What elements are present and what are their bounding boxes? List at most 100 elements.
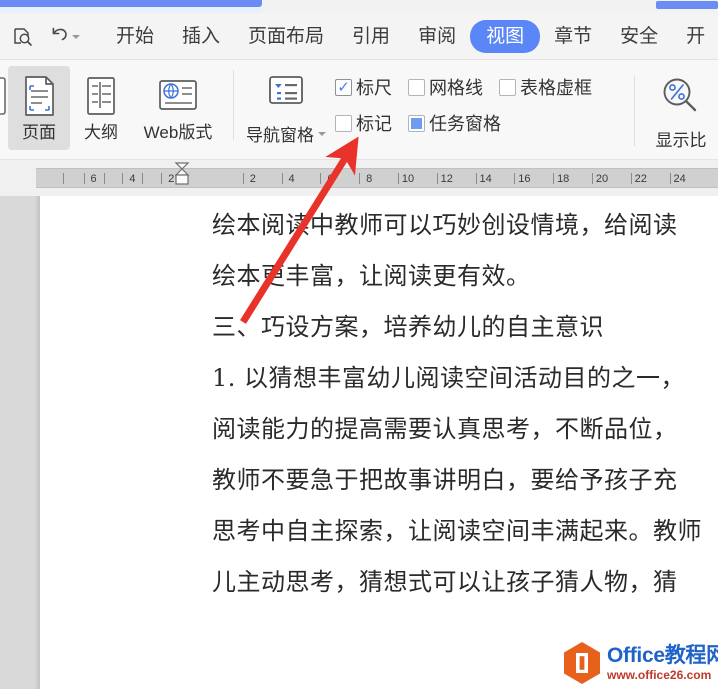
document-line: 思考中自主探索，让阅读空间丰满起来。教师 (212, 517, 702, 545)
document-text-body[interactable]: 绘本阅读中教师可以巧妙创设情境，给阅读 绘本更丰富，让阅读更有效。三、巧设方案，培… (212, 200, 718, 608)
ruler-number: 12 (440, 173, 453, 185)
document-tab-chip[interactable] (0, 0, 262, 7)
window-tab-strip (0, 0, 718, 13)
ruler-tick (669, 173, 671, 184)
checkbox-ruler-label: 标尺 (356, 78, 392, 98)
checkbox-checked-icon[interactable]: ✓ (335, 78, 352, 96)
zoom-group: 显示比 (625, 60, 718, 160)
tab-anquan[interactable]: 安全 (606, 20, 672, 54)
ruler-number: 4 (129, 173, 136, 185)
ruler-number: 22 (634, 173, 647, 185)
ribbon-body: 式 页面 (0, 60, 718, 160)
ruler-number: 10 (401, 173, 415, 185)
ruler-tick (553, 173, 555, 184)
navigation-pane-label: 导航窗格 (246, 126, 314, 145)
zoom-percent-icon (659, 75, 703, 120)
ribbon-tab-bar: 开始 插入 页面布局 引用 审阅 视图 章节 安全 开 (0, 13, 718, 60)
tab-yemianbuju[interactable]: 页面布局 (234, 20, 338, 54)
page-layout-view-icon (19, 73, 59, 119)
checkbox-markup-label: 标记 (356, 114, 392, 134)
view-toggles-row-2: 标记 任务窗格 (335, 110, 592, 136)
undo-button[interactable] (50, 24, 80, 49)
document-line: 儿主动思考，猜想式可以让孩子猜人物，猜 (212, 568, 678, 596)
document-line: 阅读能力的提高需要认真思考，不断品位， (212, 415, 678, 443)
web-layout-view-icon (156, 73, 200, 119)
ruler-number: 6 (327, 173, 334, 185)
view-mode-style[interactable]: 式 (0, 66, 8, 150)
watermark-text: Office教程网 www.office26.com (607, 645, 718, 681)
ruler-tick (161, 173, 163, 184)
view-mode-web-label: Web版式 (143, 123, 213, 142)
ruler-tick (398, 173, 399, 184)
tab-zhangjie[interactable]: 章节 (540, 20, 606, 54)
tab-kaifa[interactable]: 开 (672, 20, 718, 54)
ruler-tick (142, 173, 144, 184)
navigation-pane-icon (265, 73, 307, 116)
chevron-down-icon[interactable] (318, 131, 326, 136)
zoom-button[interactable]: 显示比 (644, 66, 718, 151)
ruler-tick (62, 173, 64, 184)
checkbox-markup[interactable]: 标记 (335, 110, 392, 136)
ruler-number: 18 (557, 173, 570, 185)
checkbox-table-gridlines[interactable]: 表格虚框 (499, 74, 592, 100)
wps-writer-window: 开始 插入 页面布局 引用 审阅 视图 章节 安全 开 页面 大纲 Web版式 … (0, 0, 718, 689)
view-mode-outline-label: 大纲 (84, 123, 118, 142)
ribbon-tabs: 开始 插入 页面布局 引用 审阅 视图 章节 安全 开 (102, 19, 718, 54)
view-toggles-group: ✓ 标尺 网格线 表格虚框 标记 任务窗格 (329, 60, 592, 160)
ruler-number: 8 (366, 173, 373, 185)
account-toolbar-chip[interactable] (656, 1, 718, 9)
checkbox-task-pane[interactable]: 任务窗格 (408, 110, 501, 136)
document-line: 1. 以猜想丰富幼儿阅读空间活动目的之一， (212, 364, 686, 392)
chevron-down-icon[interactable] (72, 34, 80, 39)
document-line: 绘本更丰富，让阅读更有效。 (212, 262, 531, 290)
ruler-tick (83, 173, 85, 184)
ruler-tick (281, 173, 283, 184)
checkbox-task-pane-label: 任务窗格 (429, 114, 501, 134)
ruler-number: 2 (249, 173, 256, 185)
quick-access-toolbar (0, 22, 80, 52)
undo-icon (50, 24, 71, 49)
document-line: 绘本阅读中教师可以巧妙创设情境，给阅读 (212, 211, 678, 239)
tab-yinyong[interactable]: 引用 (338, 20, 404, 54)
document-workspace: 绘本阅读中教师可以巧妙创设情境，给阅读 绘本更丰富，让阅读更有效。三、巧设方案，培… (0, 196, 718, 689)
view-mode-page[interactable]: 页面 (8, 66, 70, 150)
tab-shenyue[interactable]: 审阅 (404, 20, 470, 54)
tab-shitu[interactable]: 视图 (470, 19, 541, 54)
navigation-pane-button[interactable]: 导航窗格 (243, 66, 329, 146)
ruler-tick (592, 173, 593, 184)
ruler-zone: 6 4 2 2 4 6 8 10 12 14 16 18 20 22 24 (0, 160, 718, 196)
checkbox-unchecked-icon[interactable] (499, 78, 516, 96)
document-line: 三、巧设方案，培养幼儿的自主意识 (212, 313, 604, 341)
ruler-number: 24 (673, 173, 686, 185)
ruler-number: 20 (595, 173, 609, 185)
tab-charu[interactable]: 插入 (168, 20, 234, 54)
checkbox-unchecked-icon[interactable] (335, 114, 352, 132)
ruler-tick (514, 173, 516, 184)
ruler-tick (320, 173, 322, 184)
zoom-button-label: 显示比 (655, 131, 707, 150)
checkbox-unchecked-icon[interactable] (408, 78, 425, 96)
ruler-tick (359, 173, 361, 184)
view-mode-outline[interactable]: 大纲 (70, 66, 132, 150)
ruler-tick (103, 173, 105, 184)
ribbon-divider-1 (233, 70, 234, 140)
indent-marker-icon[interactable] (173, 154, 191, 188)
horizontal-ruler[interactable]: 6 4 2 2 4 6 8 10 12 14 16 18 20 22 24 (36, 168, 718, 188)
ribbon-divider-2 (634, 76, 635, 146)
ruler-tick (242, 173, 244, 184)
ruler-number: 6 (90, 173, 97, 185)
document-line: 教师不要急于把故事讲明白，要给予孩子充 (212, 466, 678, 494)
document-page[interactable]: 绘本阅读中教师可以巧妙创设情境，给阅读 绘本更丰富，让阅读更有效。三、巧设方案，培… (40, 196, 718, 689)
checkbox-gridlines[interactable]: 网格线 (408, 74, 483, 100)
outline-view-icon (81, 73, 121, 119)
tab-kaishi[interactable]: 开始 (102, 20, 168, 54)
checkbox-filled-icon[interactable] (408, 114, 425, 132)
watermark: Office教程网 www.office26.com (562, 641, 718, 685)
ruler-tick (122, 173, 124, 184)
watermark-url: www.office26.com (607, 668, 712, 682)
view-mode-web[interactable]: Web版式 (132, 66, 224, 150)
find-document-icon[interactable] (8, 22, 38, 52)
view-modes-group: 式 页面 (0, 60, 224, 160)
checkbox-ruler[interactable]: ✓ 标尺 (335, 74, 392, 100)
checkbox-gridlines-label: 网格线 (429, 78, 483, 98)
